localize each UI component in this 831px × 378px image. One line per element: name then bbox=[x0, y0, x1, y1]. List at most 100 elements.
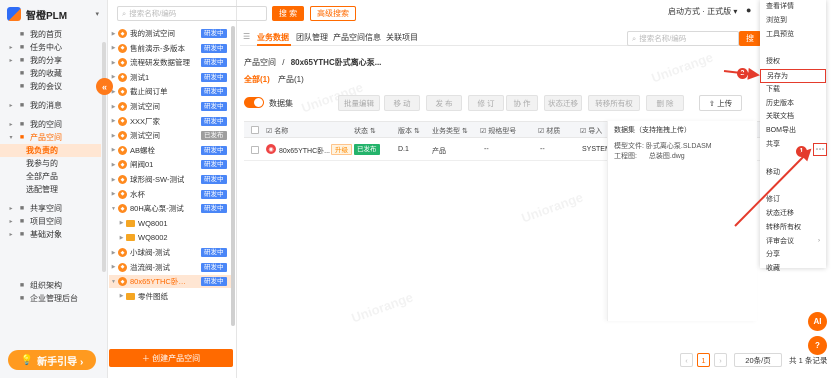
breadcrumb-root[interactable]: 产品空间 bbox=[244, 58, 276, 67]
tree-scrollbar[interactable] bbox=[231, 26, 235, 326]
nav-item[interactable]: ▸ ■ 基础对象 bbox=[0, 228, 107, 241]
nav-item[interactable]: 我负责的 bbox=[0, 144, 101, 157]
nav-item[interactable]: 全部产品 bbox=[0, 170, 107, 183]
expand-toggle-icon[interactable]: ▶ bbox=[109, 104, 118, 110]
toolbar-button[interactable]: 批量编辑 bbox=[338, 95, 380, 111]
menu-item[interactable]: 状态迁移 bbox=[760, 207, 826, 221]
menu-item[interactable]: 收藏 bbox=[760, 262, 826, 276]
help-icon[interactable]: ? bbox=[808, 336, 827, 355]
nav-item[interactable]: ▸ ■ 我的空间 bbox=[0, 118, 107, 131]
expand-toggle-icon[interactable]: ▼ bbox=[109, 279, 118, 285]
menu-item[interactable]: 另存为 bbox=[760, 68, 826, 83]
nav-item[interactable]: ■ 企业管理后台 bbox=[0, 292, 107, 305]
new-user-guide-button[interactable]: 💡 新手引导 › bbox=[8, 350, 96, 370]
menu-item[interactable]: 浏览到 bbox=[760, 14, 826, 28]
nav-item[interactable]: ▸ ■ 共享空间 bbox=[0, 202, 107, 215]
tree-item[interactable]: ▶ WQ8001 bbox=[109, 217, 233, 230]
tree-item[interactable]: ▶ ◆ 闸阀01 研发中 bbox=[109, 158, 233, 171]
user-avatar-icon[interactable]: ● bbox=[746, 5, 751, 15]
tree-item[interactable]: ▶ ◆ 溢流阀-测试 研发中 bbox=[109, 261, 233, 274]
dataset-toggle[interactable] bbox=[244, 97, 264, 108]
toolbar-button[interactable]: 修 订 bbox=[468, 95, 504, 111]
tab-business-data[interactable]: 业务数据 bbox=[257, 32, 289, 43]
menu-item[interactable]: 授权 bbox=[760, 55, 826, 69]
tree-item[interactable]: ▶ 零件图纸 bbox=[109, 290, 233, 303]
tree-item[interactable]: ▶ ◆ AB螺栓 研发中 bbox=[109, 144, 233, 157]
tree-item[interactable]: ▶ ◆ 小球阀-测试 研发中 bbox=[109, 246, 233, 259]
tab-team-management[interactable]: 团队管理 bbox=[296, 32, 328, 43]
menu-item[interactable]: 修订 bbox=[760, 193, 826, 207]
nav-item[interactable]: ▸ ■ 项目空间 bbox=[0, 215, 107, 228]
nav-item[interactable]: ■ 我的首页 bbox=[0, 28, 107, 41]
tree-item[interactable]: ▼ ◆ 80x65YTHC卧式... 研发中 bbox=[109, 275, 233, 289]
tree-search-button[interactable]: 搜 索 bbox=[272, 6, 304, 21]
nav-item[interactable]: ▸ ■ 我的消息 bbox=[0, 99, 107, 112]
tree-search-input[interactable]: ⌕ 搜索名称/编码 bbox=[117, 6, 267, 21]
menu-item[interactable]: 评审会议 › bbox=[760, 235, 826, 249]
nav-item[interactable]: ▸ ■ 我的分享 bbox=[0, 54, 107, 67]
tree-item[interactable]: ▶ ◆ 测试空间 研发中 bbox=[109, 100, 233, 113]
expand-toggle-icon[interactable]: ▶ bbox=[109, 133, 118, 139]
tab-product-space-info[interactable]: 产品空间信息 bbox=[333, 32, 381, 43]
upload-button[interactable]: ⇧ 上传 bbox=[699, 95, 742, 111]
prev-page-button[interactable]: ‹ bbox=[680, 353, 693, 367]
main-search-button[interactable]: 搜 bbox=[739, 31, 761, 46]
chevron-down-icon[interactable]: ▾ bbox=[95, 10, 99, 18]
menu-toggle-icon[interactable]: ☰ bbox=[243, 32, 250, 41]
menu-item[interactable]: 工具预览 bbox=[760, 28, 826, 42]
toolbar-button[interactable]: 删 除 bbox=[646, 95, 684, 111]
expand-toggle-icon[interactable]: ▶ bbox=[109, 60, 118, 66]
menu-item[interactable]: 分享 bbox=[760, 248, 826, 262]
expand-toggle-icon[interactable]: ▶ bbox=[109, 250, 118, 256]
select-all-checkbox[interactable] bbox=[251, 126, 259, 134]
expand-toggle-icon[interactable]: ▶ bbox=[109, 177, 118, 183]
advanced-search-button[interactable]: 高级搜索 bbox=[310, 6, 356, 21]
tree-item[interactable]: ▶ ◆ 测试空间 已发布 bbox=[109, 129, 233, 142]
expand-toggle-icon[interactable]: ▼ bbox=[109, 206, 118, 212]
toolbar-button[interactable]: 状态迁移 bbox=[544, 95, 582, 111]
nav-scrollbar[interactable] bbox=[102, 42, 106, 272]
page-1-button[interactable]: 1 bbox=[697, 353, 710, 367]
menu-item[interactable]: 下载 bbox=[760, 83, 826, 97]
next-page-button[interactable]: › bbox=[714, 353, 727, 367]
subtab-all[interactable]: 全部(1) bbox=[244, 75, 270, 84]
toolbar-button[interactable]: 移 动 bbox=[384, 95, 420, 111]
menu-item[interactable]: 移动 bbox=[760, 166, 826, 180]
nav-item[interactable]: ▸ ■ 任务中心 bbox=[0, 41, 107, 54]
expand-toggle-icon[interactable]: ▶ bbox=[109, 147, 118, 153]
create-product-space-button[interactable]: ＋ 创建产品空间 bbox=[109, 349, 233, 367]
tree-item[interactable]: ▶ ◆ 我的测试空间 研发中 bbox=[109, 27, 233, 40]
tree-item[interactable]: ▶ WQ8002 bbox=[109, 231, 233, 244]
nav-item[interactable]: 我参与的 bbox=[0, 157, 107, 170]
tree-item[interactable]: ▶ ◆ 流程研发数据管理 研发中 bbox=[109, 56, 233, 69]
toolbar-button[interactable]: 发 布 bbox=[426, 95, 462, 111]
expand-toggle-icon[interactable]: ▶ bbox=[109, 31, 118, 37]
tree-item[interactable]: ▶ ◆ 测试1 研发中 bbox=[109, 71, 233, 84]
row-checkbox[interactable] bbox=[251, 146, 259, 154]
menu-item[interactable]: 转移所有权 bbox=[760, 221, 826, 235]
menu-item[interactable]: 查看详情 bbox=[760, 0, 826, 14]
toolbar-button[interactable]: 协 作 bbox=[506, 95, 538, 111]
more-actions-button[interactable]: ⋯ bbox=[813, 143, 827, 156]
nav-item[interactable]: ■ 我的会议 bbox=[0, 80, 107, 93]
tab-related-projects[interactable]: 关联项目 bbox=[386, 32, 418, 43]
toolbar-button[interactable]: 转移所有权 bbox=[588, 95, 640, 111]
row-name[interactable]: 80x65YTHC卧... bbox=[279, 146, 330, 156]
expand-toggle-icon[interactable]: ▶ bbox=[117, 235, 126, 241]
ai-assistant-icon[interactable]: AI bbox=[808, 312, 827, 331]
nav-item[interactable]: ▾ ■ 产品空间 bbox=[0, 131, 107, 144]
preview-model-file[interactable]: 模型文件: 卧式离心泵.SLDASM bbox=[614, 141, 712, 151]
tree-item[interactable]: ▶ ◆ 截止阀订单 研发中 bbox=[109, 85, 233, 98]
page-size-select[interactable]: 20条/页 bbox=[734, 353, 782, 367]
main-search-input[interactable]: ⌕ 搜索名称/编码 bbox=[627, 31, 739, 46]
subtab-product[interactable]: 产品(1) bbox=[278, 75, 304, 84]
expand-toggle-icon[interactable]: ▶ bbox=[109, 45, 118, 51]
menu-item[interactable]: BOM导出 bbox=[760, 124, 826, 138]
preview-drawing-file[interactable]: 工程图: 总装图.dwg bbox=[614, 151, 685, 161]
expand-toggle-icon[interactable]: ▶ bbox=[109, 162, 118, 168]
nav-item[interactable]: ■ 组织架构 bbox=[0, 279, 107, 292]
menu-item[interactable]: 历史版本 bbox=[760, 97, 826, 111]
expand-toggle-icon[interactable]: ▶ bbox=[117, 220, 126, 226]
nav-item[interactable]: 选配管理 bbox=[0, 183, 107, 196]
app-logo[interactable]: 智橙PLM ▾ bbox=[0, 0, 107, 28]
